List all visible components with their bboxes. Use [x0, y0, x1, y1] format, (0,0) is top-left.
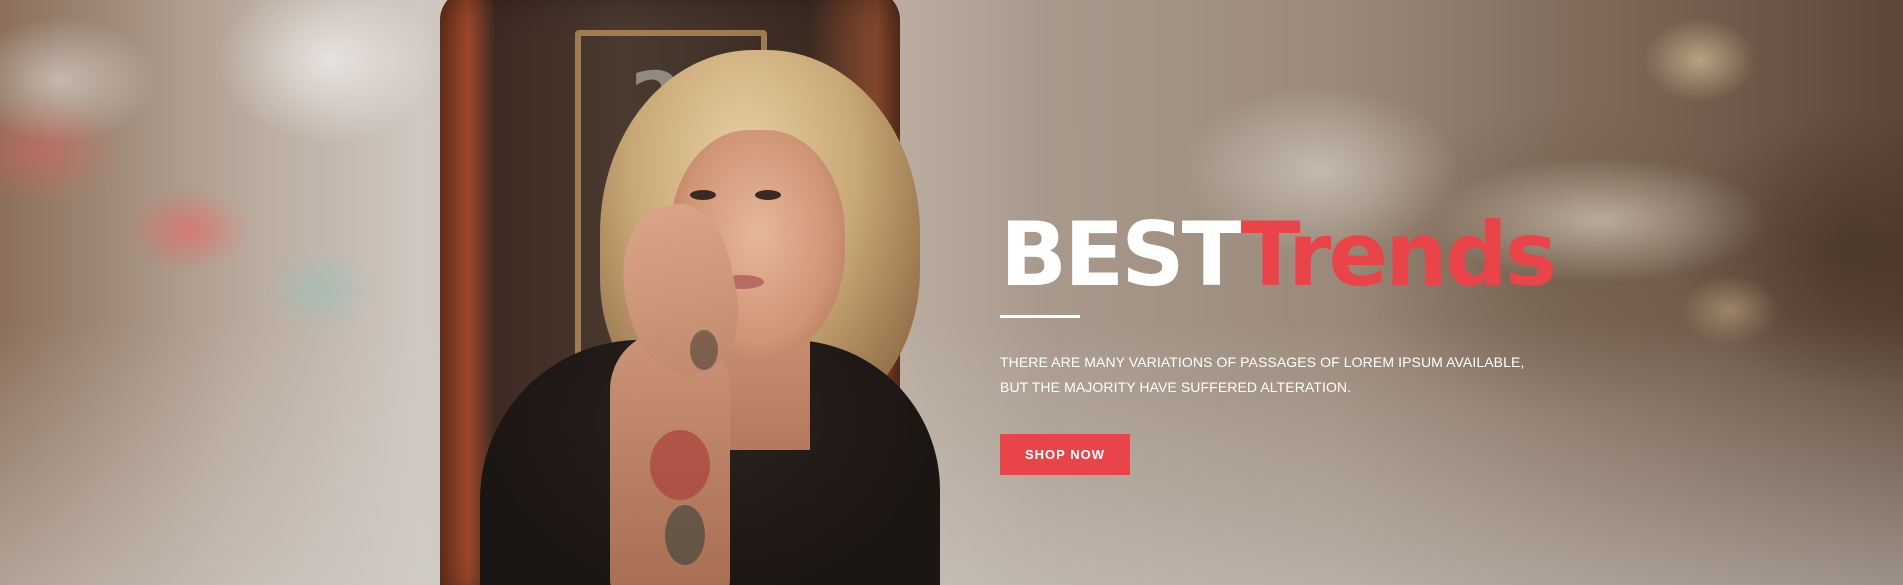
- headline-strong: BEST: [1000, 203, 1244, 306]
- hero-description: There are many variations of passages of…: [1000, 350, 1620, 400]
- description-line-2: but the majority have suffered alteratio…: [1000, 379, 1352, 395]
- hero-headline: BESTTrends: [1000, 205, 1620, 305]
- model-eye-right: [755, 190, 781, 200]
- tattoo-forearm: [665, 505, 705, 565]
- shop-now-button[interactable]: SHOP NOW: [1000, 434, 1130, 475]
- model-eye-left: [690, 190, 716, 200]
- tattoo-neck: [690, 330, 718, 370]
- tattoo-rose: [650, 430, 710, 500]
- hero-content: BESTTrends There are many variations of …: [1000, 205, 1620, 475]
- hero-banner: 2 BESTTrends There are many variations o…: [0, 0, 1903, 585]
- headline-underline: [1000, 315, 1080, 318]
- description-line-1: There are many variations of passages of…: [1000, 354, 1525, 370]
- headline-accent: Trends: [1240, 203, 1557, 306]
